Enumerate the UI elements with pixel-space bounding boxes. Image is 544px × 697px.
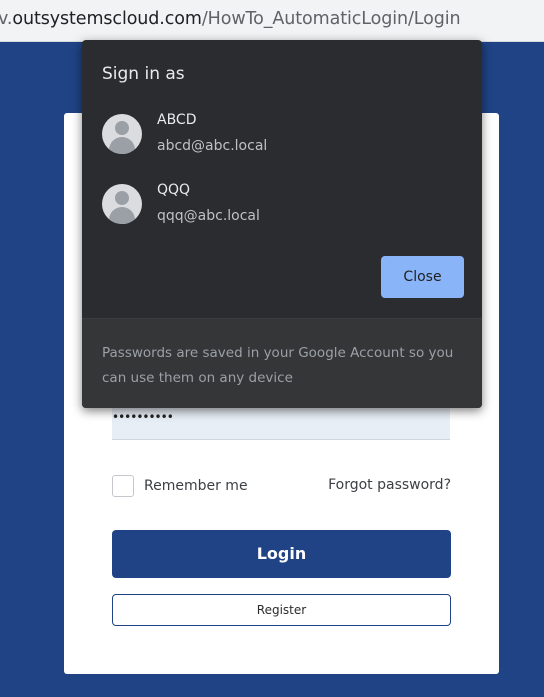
footer-text: Passwords are saved in your Google Accou… bbox=[102, 345, 454, 386]
avatar-icon bbox=[102, 184, 142, 224]
close-button[interactable]: Close bbox=[381, 256, 464, 298]
password-field[interactable]: •••••••••• bbox=[112, 406, 450, 440]
account-row-qqq[interactable]: QQQ qqq@abc.local bbox=[102, 182, 462, 230]
avatar-icon bbox=[102, 114, 142, 154]
signin-popup: Sign in as ABCD abcd@abc.local QQQ qqq@a… bbox=[82, 40, 482, 408]
account-name: QQQ bbox=[157, 182, 191, 198]
remember-me-label[interactable]: Remember me bbox=[144, 478, 248, 494]
address-bar[interactable]: v.outsystemscloud.com/HowTo_AutomaticLog… bbox=[0, 0, 544, 42]
url-prefix: v. bbox=[0, 9, 13, 29]
remember-me-checkbox[interactable] bbox=[112, 475, 134, 497]
account-email: abcd@abc.local bbox=[157, 138, 268, 154]
login-button[interactable]: Login bbox=[112, 530, 451, 578]
forgot-password-link[interactable]: Forgot password? bbox=[328, 477, 451, 493]
popup-title: Sign in as bbox=[102, 64, 185, 84]
url-path: /HowTo_AutomaticLogin/Login bbox=[201, 9, 461, 29]
register-button[interactable]: Register bbox=[112, 594, 451, 626]
account-email: qqq@abc.local bbox=[157, 208, 260, 224]
account-row-abcd[interactable]: ABCD abcd@abc.local bbox=[102, 112, 462, 160]
url-host: outsystemscloud.com bbox=[12, 9, 202, 29]
url-text[interactable]: v.outsystemscloud.com/HowTo_AutomaticLog… bbox=[0, 9, 461, 29]
account-name: ABCD bbox=[157, 112, 197, 128]
password-mask: •••••••••• bbox=[112, 410, 174, 424]
popup-footer: Passwords are saved in your Google Accou… bbox=[82, 318, 482, 408]
